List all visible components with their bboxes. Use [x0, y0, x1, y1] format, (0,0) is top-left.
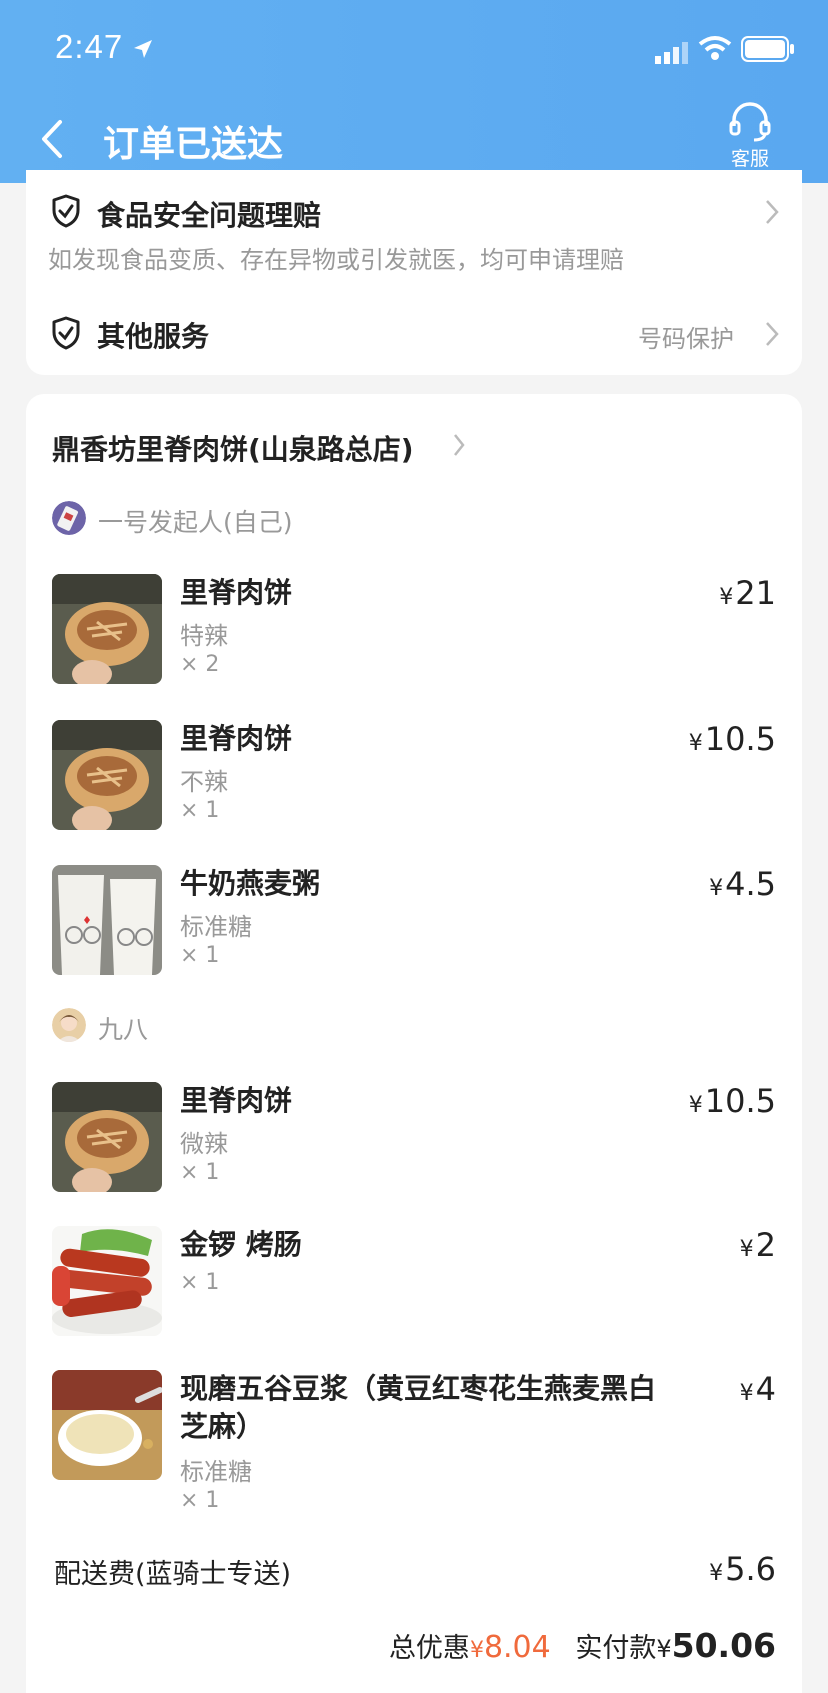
delivery-fee-price: ¥5.6: [709, 1550, 776, 1588]
page-title: 订单已送达: [103, 124, 284, 165]
battery-icon: [741, 36, 794, 62]
shop-name[interactable]: 鼎香坊里脊肉饼(山泉路总店): [52, 428, 414, 468]
item-quantity: × 1: [180, 1160, 220, 1185]
order-item: 金锣 烤肠 × 1 ¥2: [52, 1226, 776, 1336]
item-price: ¥10.5: [689, 1082, 776, 1120]
item-quantity: × 1: [180, 798, 220, 823]
item-price-value: 4: [755, 1370, 776, 1408]
item-name: 里脊肉饼: [180, 576, 293, 609]
food-image: [52, 1082, 162, 1192]
chevron-right-icon[interactable]: [764, 320, 780, 348]
header-bar: 2:47 订单已送达 客服: [0, 0, 828, 183]
currency-symbol: ¥: [709, 876, 724, 901]
item-quantity: × 1: [180, 943, 220, 968]
item-price-value: 21: [735, 574, 776, 612]
currency-symbol: ¥: [688, 1093, 703, 1118]
item-price: ¥10.5: [689, 720, 776, 758]
item-quantity: × 1: [180, 1488, 220, 1513]
item-price-value: 2: [755, 1226, 776, 1264]
order-item: 现磨五谷豆浆（黄豆红枣花生燕麦黑白芝麻） 标准糖 × 1 ¥4: [52, 1370, 776, 1520]
item-price: ¥2: [740, 1226, 776, 1264]
order-item: 牛奶燕麦粥 标准糖 × 1 ¥4.5: [52, 865, 776, 975]
number-protection-label[interactable]: 号码保护: [638, 319, 734, 354]
signal-icon: [655, 42, 688, 64]
back-icon[interactable]: [38, 118, 66, 160]
currency-symbol: ¥: [688, 731, 703, 756]
food-image: [52, 720, 162, 830]
currency-symbol: ¥: [709, 1561, 724, 1586]
item-name: 金锣 烤肠: [180, 1228, 302, 1261]
item-price-value: 4.5: [725, 865, 776, 903]
food-safety-title[interactable]: 食品安全问题理赔: [97, 194, 321, 234]
other-services-title[interactable]: 其他服务: [97, 315, 209, 355]
currency-symbol: ¥: [469, 1638, 484, 1663]
chevron-right-icon[interactable]: [452, 432, 466, 458]
orderer-name: 一号发起人(自己): [98, 508, 293, 537]
item-spec: 特辣: [180, 622, 228, 650]
item-price-value: 10.5: [704, 1082, 776, 1120]
customer-service-label: 客服: [730, 148, 769, 170]
food-image: [52, 1370, 162, 1480]
item-spec: 标准糖: [180, 913, 252, 941]
headset-icon: [729, 102, 771, 142]
shield-check-icon: [52, 316, 80, 350]
shield-check-icon: [52, 194, 80, 228]
chevron-right-icon[interactable]: [764, 198, 780, 226]
food-safety-desc: 如发现食品变质、存在异物或引发就医，均可申请理赔: [48, 246, 624, 274]
food-image: [52, 1226, 162, 1336]
location-arrow-icon: [134, 40, 152, 58]
currency-symbol: ¥: [719, 585, 734, 610]
discount-label: 总优惠: [388, 1633, 470, 1664]
food-image: [52, 865, 162, 975]
services-card: 食品安全问题理赔 如发现食品变质、存在异物或引发就医，均可申请理赔 其他服务 号…: [26, 170, 802, 375]
item-name: 里脊肉饼: [180, 1084, 293, 1117]
item-quantity: × 1: [180, 1270, 220, 1295]
discount-amount: ¥8.04: [470, 1630, 551, 1665]
item-spec: 微辣: [180, 1130, 228, 1158]
order-item: 里脊肉饼 微辣 × 1 ¥10.5: [52, 1082, 776, 1192]
avatar: [52, 1008, 86, 1042]
order-card: 鼎香坊里脊肉饼(山泉路总店) 一号发起人(自己) 里脊肉饼 特辣 × 2 ¥21…: [26, 394, 802, 1693]
currency-symbol: ¥: [739, 1381, 754, 1406]
status-time: 2:47: [55, 28, 124, 65]
avatar: [52, 501, 86, 535]
discount-value: 8.04: [483, 1630, 551, 1665]
item-price: ¥4.5: [709, 865, 776, 903]
item-quantity: × 2: [180, 652, 220, 677]
item-price: ¥21: [719, 574, 776, 612]
paid-amount: ¥50.06: [656, 1626, 776, 1665]
customer-service-button[interactable]: 客服: [718, 102, 782, 172]
paid-value: 50.06: [671, 1626, 776, 1665]
delivery-fee-label: 配送费(蓝骑士专送): [54, 1559, 292, 1590]
wifi-icon: [698, 36, 732, 60]
delivery-fee-value: 5.6: [725, 1550, 776, 1588]
item-name: 牛奶燕麦粥: [180, 867, 321, 900]
item-price-value: 10.5: [704, 720, 776, 758]
paid-label: 实付款: [575, 1633, 657, 1664]
item-price: ¥4: [740, 1370, 776, 1408]
order-item: 里脊肉饼 特辣 × 2 ¥21: [52, 574, 776, 684]
currency-symbol: ¥: [739, 1237, 754, 1262]
item-spec: 不辣: [180, 768, 228, 796]
order-summary: 总优惠¥8.04 实付款¥50.06: [389, 1626, 776, 1665]
item-name: 里脊肉饼: [180, 722, 293, 755]
item-name: 现磨五谷豆浆（黄豆红枣花生燕麦黑白芝麻）: [180, 1372, 657, 1443]
currency-symbol: ¥: [656, 1635, 672, 1663]
item-spec: 标准糖: [180, 1458, 252, 1486]
orderer-name: 九八: [98, 1015, 149, 1044]
food-image: [52, 574, 162, 684]
order-item: 里脊肉饼 不辣 × 1 ¥10.5: [52, 720, 776, 830]
